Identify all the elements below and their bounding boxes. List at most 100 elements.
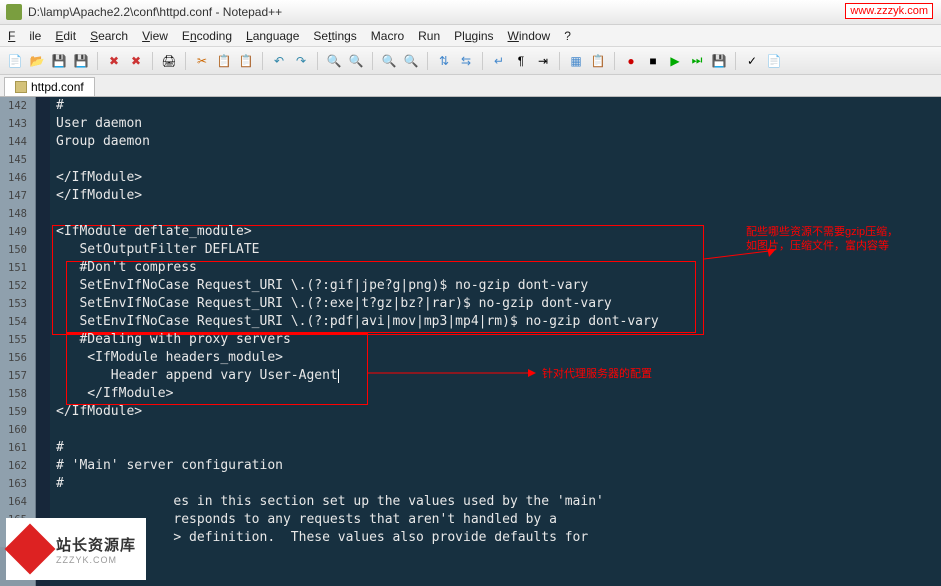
line-number: 144: [0, 133, 35, 151]
code-line[interactable]: #Dealing with proxy servers: [56, 331, 291, 349]
menu-edit[interactable]: Edit: [55, 29, 76, 43]
record-icon[interactable]: ●: [622, 52, 640, 70]
line-number: 159: [0, 403, 35, 421]
toolbar: 📄 📂 💾 💾 ✖ ✖ 🖨 ✂ 📋 📋 ↶ ↷ 🔍 🔍 🔍 🔍 ⇅ ⇆ ↵ ¶ …: [0, 47, 941, 75]
menu-macro[interactable]: Macro: [371, 29, 404, 43]
watermark-top: www.zzzyk.com: [845, 3, 933, 19]
stop-icon[interactable]: ■: [644, 52, 662, 70]
save-all-icon[interactable]: 💾: [72, 52, 90, 70]
play-multi-icon[interactable]: ⏭: [688, 52, 706, 70]
code-line[interactable]: SetEnvIfNoCase Request_URI \.(?:exe|t?gz…: [56, 295, 612, 313]
line-number: 157: [0, 367, 35, 385]
code-line[interactable]: #: [56, 97, 64, 115]
code-line[interactable]: SetOutputFilter DEFLATE: [56, 241, 260, 259]
code-line[interactable]: # 'Main' server configuration: [56, 457, 283, 475]
cut-icon[interactable]: ✂: [193, 52, 211, 70]
wm-domain: ZZZYK.COM: [56, 555, 136, 565]
app-icon: [6, 4, 22, 20]
watermark-bottom: 站长资源库 ZZZYK.COM: [6, 518, 146, 580]
editor-area[interactable]: 1421431441451461471481491501511521531541…: [0, 97, 941, 586]
title-bar: D:\lamp\Apache2.2\conf\httpd.conf - Note…: [0, 0, 941, 25]
line-number: 154: [0, 313, 35, 331]
line-number: 147: [0, 187, 35, 205]
fold-margin: [36, 97, 50, 586]
paste-icon[interactable]: 📋: [237, 52, 255, 70]
code-line[interactable]: [56, 205, 64, 223]
func-list-icon[interactable]: 📋: [589, 52, 607, 70]
redo-icon[interactable]: ↷: [292, 52, 310, 70]
menu-run[interactable]: Run: [418, 29, 440, 43]
menu-bar[interactable]: File Edit Search View Encoding Language …: [0, 25, 941, 47]
code-line[interactable]: [56, 421, 64, 439]
menu-encoding[interactable]: Encoding: [182, 29, 232, 43]
close-all-icon[interactable]: ✖: [127, 52, 145, 70]
undo-icon[interactable]: ↶: [270, 52, 288, 70]
find-icon[interactable]: 🔍: [325, 52, 343, 70]
code-line[interactable]: SetEnvIfNoCase Request_URI \.(?:pdf|avi|…: [56, 313, 659, 331]
indent-icon[interactable]: ⇥: [534, 52, 552, 70]
close-icon[interactable]: ✖: [105, 52, 123, 70]
play-icon[interactable]: ▶: [666, 52, 684, 70]
wordwrap-icon[interactable]: ↵: [490, 52, 508, 70]
code-line[interactable]: </IfModule>: [56, 403, 142, 421]
line-number: 148: [0, 205, 35, 223]
menu-view[interactable]: View: [142, 29, 168, 43]
file-icon: [15, 81, 27, 93]
code-line[interactable]: SetEnvIfNoCase Request_URI \.(?:gif|jpe?…: [56, 277, 588, 295]
menu-window[interactable]: Window: [508, 29, 551, 43]
menu-plugins[interactable]: Plugins: [454, 29, 493, 43]
menu-file[interactable]: File: [8, 29, 41, 43]
code-line[interactable]: [56, 151, 64, 169]
annot-text-2: 针对代理服务器的配置: [542, 367, 652, 381]
code-line[interactable]: #: [56, 475, 64, 493]
menu-help[interactable]: ?: [564, 29, 571, 43]
line-number: 161: [0, 439, 35, 457]
tab-label: httpd.conf: [31, 80, 84, 94]
save-macro-icon[interactable]: 💾: [710, 52, 728, 70]
line-number: 155: [0, 331, 35, 349]
sync-h-icon[interactable]: ⇆: [457, 52, 475, 70]
menu-language[interactable]: Language: [246, 29, 299, 43]
replace-icon[interactable]: 🔍: [347, 52, 365, 70]
new-file-icon[interactable]: 📄: [6, 52, 24, 70]
line-number: 153: [0, 295, 35, 313]
code-line[interactable]: #: [56, 439, 64, 457]
code-line[interactable]: Group daemon: [56, 133, 150, 151]
line-number: 163: [0, 475, 35, 493]
menu-search[interactable]: Search: [90, 29, 128, 43]
line-number: 162: [0, 457, 35, 475]
menu-settings[interactable]: Settings: [313, 29, 356, 43]
code-line[interactable]: </IfModule>: [56, 169, 142, 187]
line-number: 164: [0, 493, 35, 511]
code-line[interactable]: Header append vary User-Agent: [56, 367, 339, 385]
copy-icon[interactable]: 📋: [215, 52, 233, 70]
print-icon[interactable]: 🖨: [160, 52, 178, 70]
code-line[interactable]: </IfModule>: [56, 385, 173, 403]
zoom-in-icon[interactable]: 🔍: [380, 52, 398, 70]
annot-text-1: 配些哪些资源不需要gzip压缩， 如图片，压缩文件，富内容等: [746, 225, 926, 253]
code-line[interactable]: <IfModule deflate_module>: [56, 223, 252, 241]
doc-list-icon[interactable]: 📄: [765, 52, 783, 70]
code-line[interactable]: </IfModule>: [56, 187, 142, 205]
wm-title: 站长资源库: [56, 534, 136, 555]
spell-icon[interactable]: ✓: [743, 52, 761, 70]
code-line[interactable]: es in this section set up the values use…: [56, 493, 604, 511]
tab-httpd-conf[interactable]: httpd.conf: [4, 77, 95, 96]
line-number: 156: [0, 349, 35, 367]
code-line[interactable]: User daemon: [56, 115, 142, 133]
line-number: 150: [0, 241, 35, 259]
show-all-icon[interactable]: ¶: [512, 52, 530, 70]
code-line[interactable]: #Don't compress: [56, 259, 197, 277]
code-content[interactable]: 配些哪些资源不需要gzip压缩， 如图片，压缩文件，富内容等 针对代理服务器的配…: [50, 97, 941, 586]
sync-v-icon[interactable]: ⇅: [435, 52, 453, 70]
diamond-icon: [5, 524, 56, 575]
line-number: 158: [0, 385, 35, 403]
zoom-out-icon[interactable]: 🔍: [402, 52, 420, 70]
line-number: 143: [0, 115, 35, 133]
window-title: D:\lamp\Apache2.2\conf\httpd.conf - Note…: [28, 5, 282, 19]
save-icon[interactable]: 💾: [50, 52, 68, 70]
code-line[interactable]: <IfModule headers_module>: [56, 349, 283, 367]
tab-bar: httpd.conf: [0, 75, 941, 97]
open-icon[interactable]: 📂: [28, 52, 46, 70]
doc-map-icon[interactable]: ▦: [567, 52, 585, 70]
